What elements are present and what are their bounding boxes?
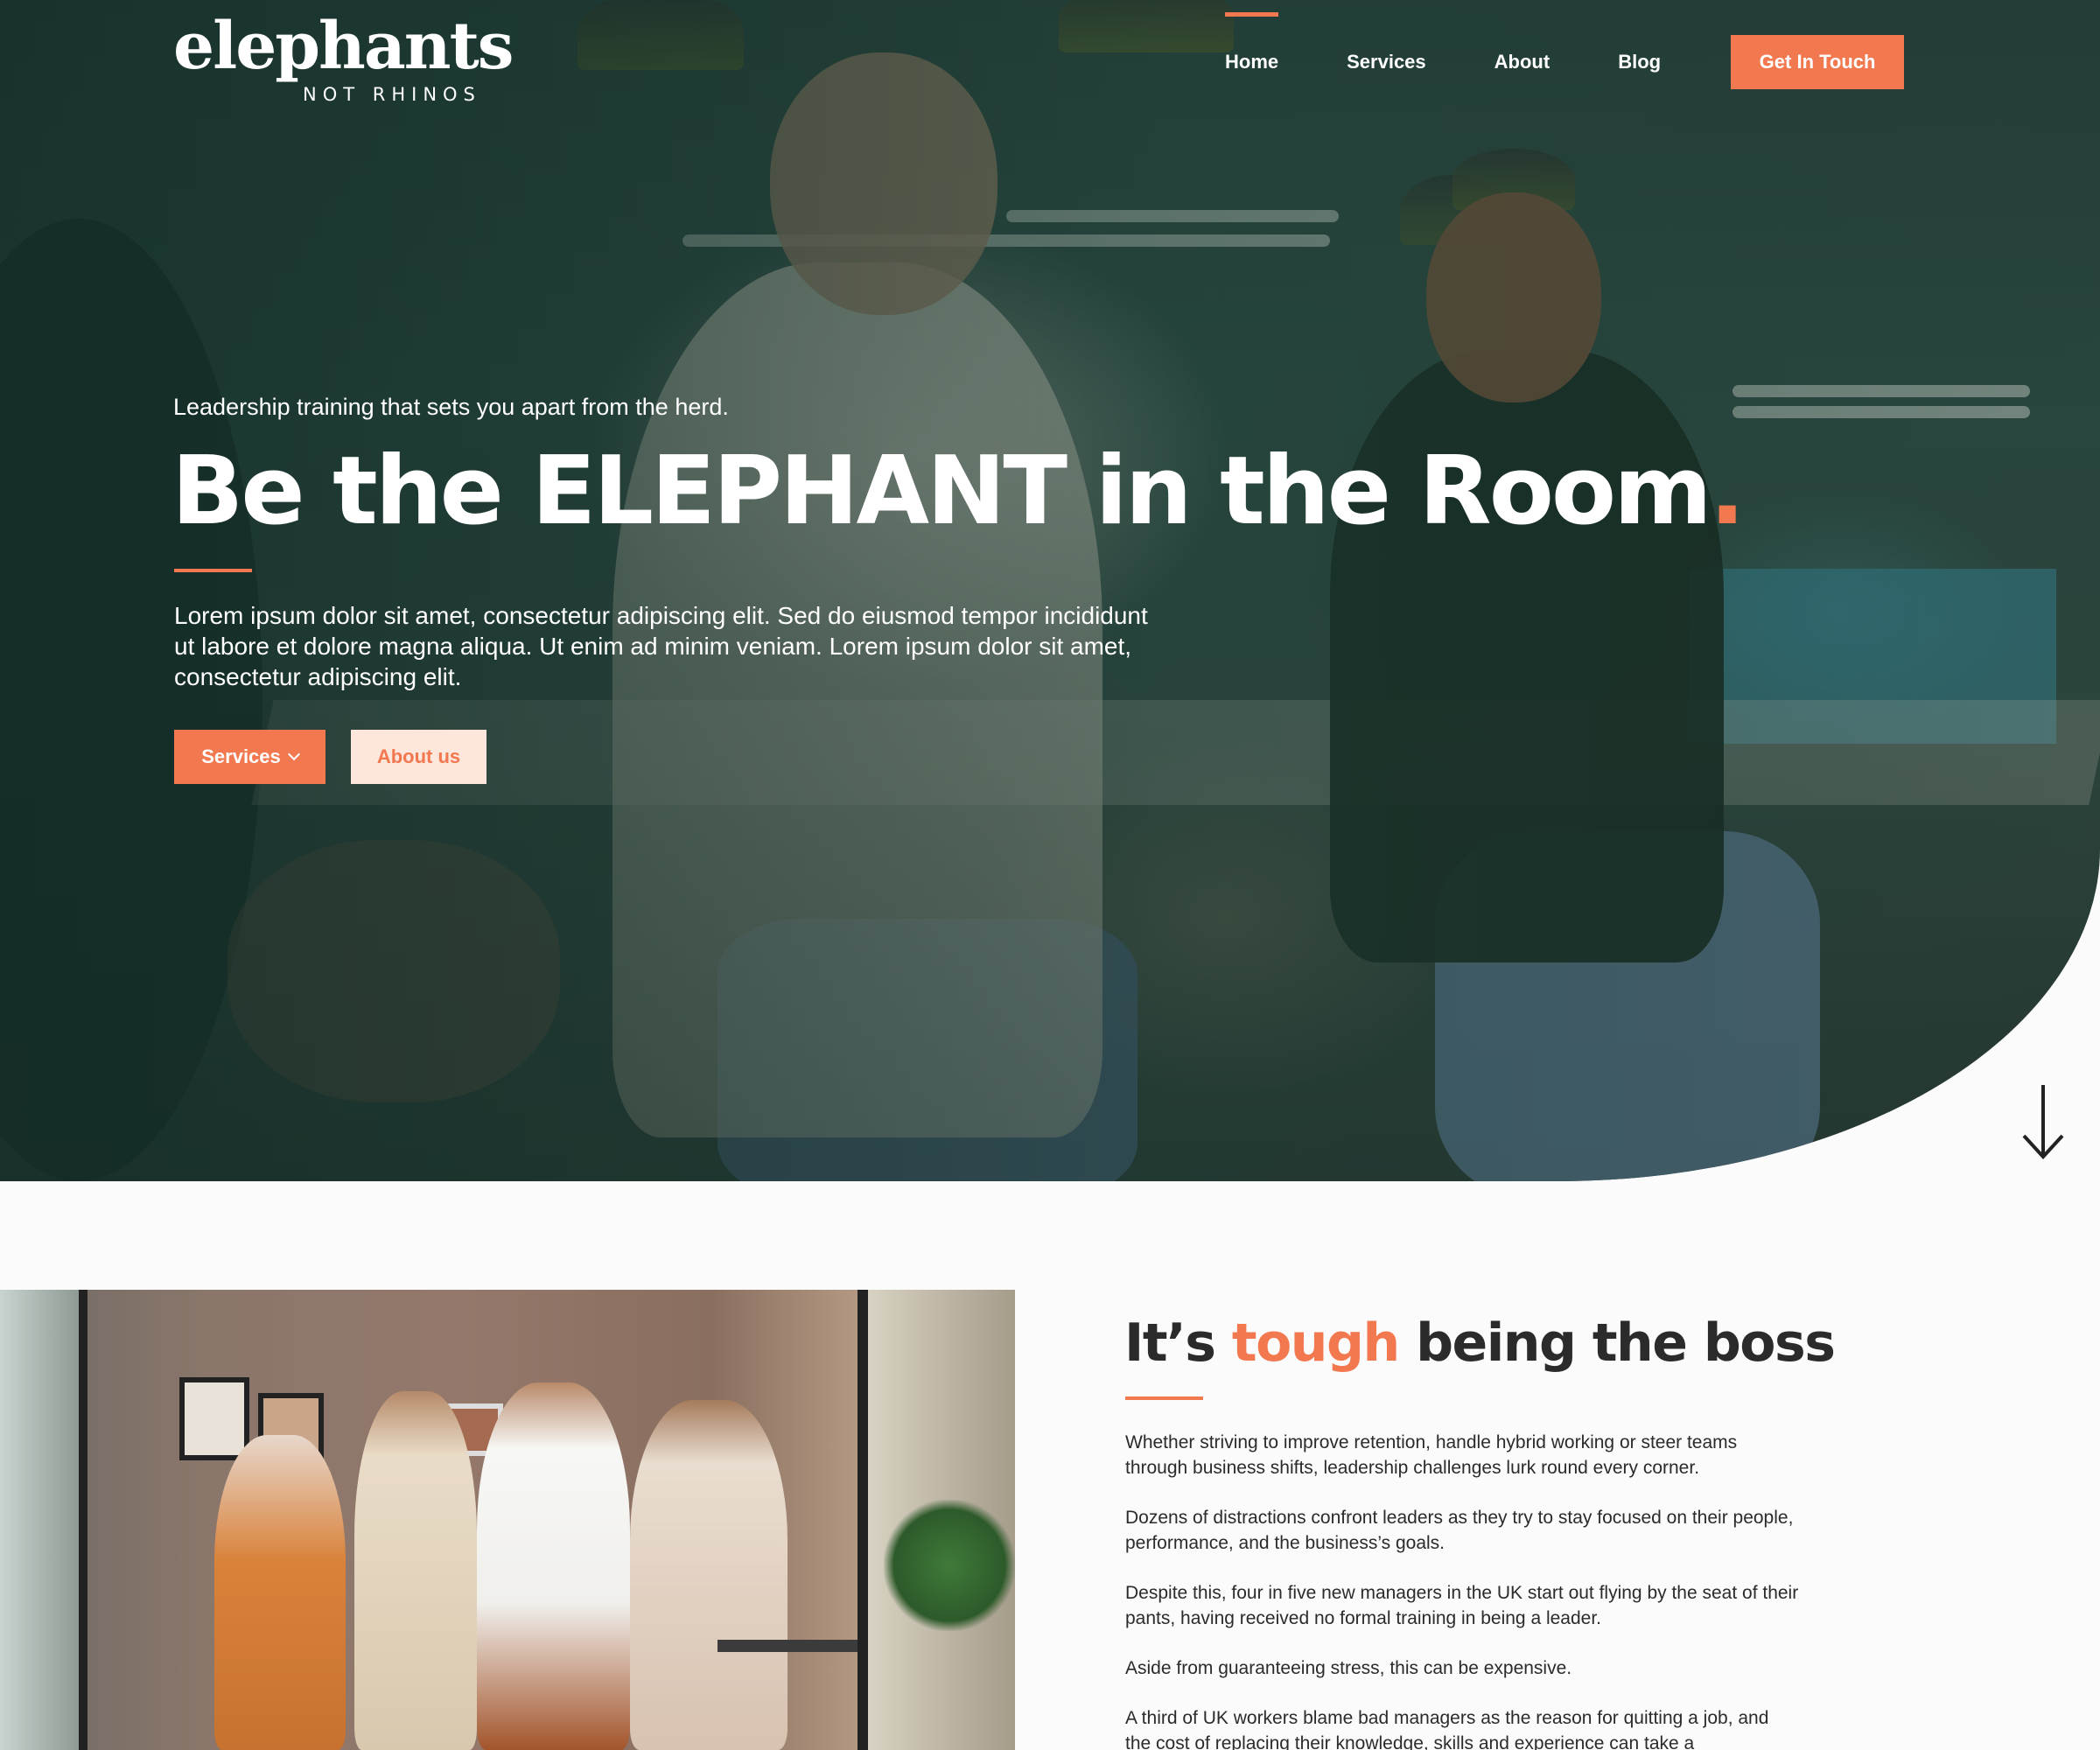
hero-section: elephants NOT RHINOS Home Services About… <box>0 0 2100 1181</box>
body-paragraph: Despite this, four in five new managers … <box>1125 1583 1799 1628</box>
photo-plant <box>884 1500 1015 1631</box>
about-us-button[interactable]: About us <box>351 730 486 784</box>
hero-title-text: Be the ELEPHANT in the Room <box>172 437 1712 546</box>
hero-overlay <box>0 0 2100 1181</box>
get-in-touch-button[interactable]: Get In Touch <box>1731 35 1905 89</box>
title-accent: tough <box>1231 1312 1400 1374</box>
logo-tagline: NOT RHINOS <box>303 84 481 105</box>
nav-about[interactable]: About <box>1494 51 1550 74</box>
hero-title-dot: . <box>1709 437 1746 546</box>
main-nav: Home Services About Blog Get In Touch <box>1225 12 1905 89</box>
nav-services[interactable]: Services <box>1347 51 1426 74</box>
team-photo <box>0 1290 1015 1750</box>
hero-description: Lorem ipsum dolor sit amet, consectetur … <box>174 602 1148 690</box>
brand-logo[interactable]: elephants NOT RHINOS <box>173 9 514 110</box>
hero-title: Be the ELEPHANT in the Room. <box>172 442 1746 541</box>
hero-divider <box>174 569 252 572</box>
title-pre: It’s <box>1124 1312 1232 1374</box>
services-dropdown-button[interactable]: Services <box>174 730 326 784</box>
body-paragraph: Aside from guaranteeing stress, this can… <box>1125 1658 1572 1678</box>
photo-window <box>0 1290 88 1750</box>
section-body: Whether striving to improve retention, h… <box>1125 1430 1799 1750</box>
nav-blog[interactable]: Blog <box>1618 51 1661 74</box>
body-paragraph: Whether striving to improve retention, h… <box>1125 1432 1738 1478</box>
photo-wall-frame <box>179 1377 249 1460</box>
logo-wordmark: elephants <box>173 9 514 84</box>
services-button-label: Services <box>201 746 281 767</box>
hero-tagline: Leadership training that sets you apart … <box>173 394 729 420</box>
team-member <box>354 1391 477 1750</box>
nav-home[interactable]: Home <box>1225 12 1279 74</box>
section-title: It’s tough being the boss <box>1124 1312 1836 1374</box>
body-paragraph: A third of UK workers blame bad managers… <box>1125 1708 1769 1750</box>
team-member <box>630 1400 788 1750</box>
team-member <box>477 1382 630 1750</box>
title-post: being the boss <box>1398 1312 1836 1374</box>
team-member <box>214 1435 346 1750</box>
body-paragraph: Dozens of distractions confront leaders … <box>1125 1508 1794 1553</box>
arrow-down-icon[interactable] <box>2017 1083 2069 1162</box>
section-divider <box>1125 1396 1203 1400</box>
chevron-down-icon <box>287 747 300 761</box>
